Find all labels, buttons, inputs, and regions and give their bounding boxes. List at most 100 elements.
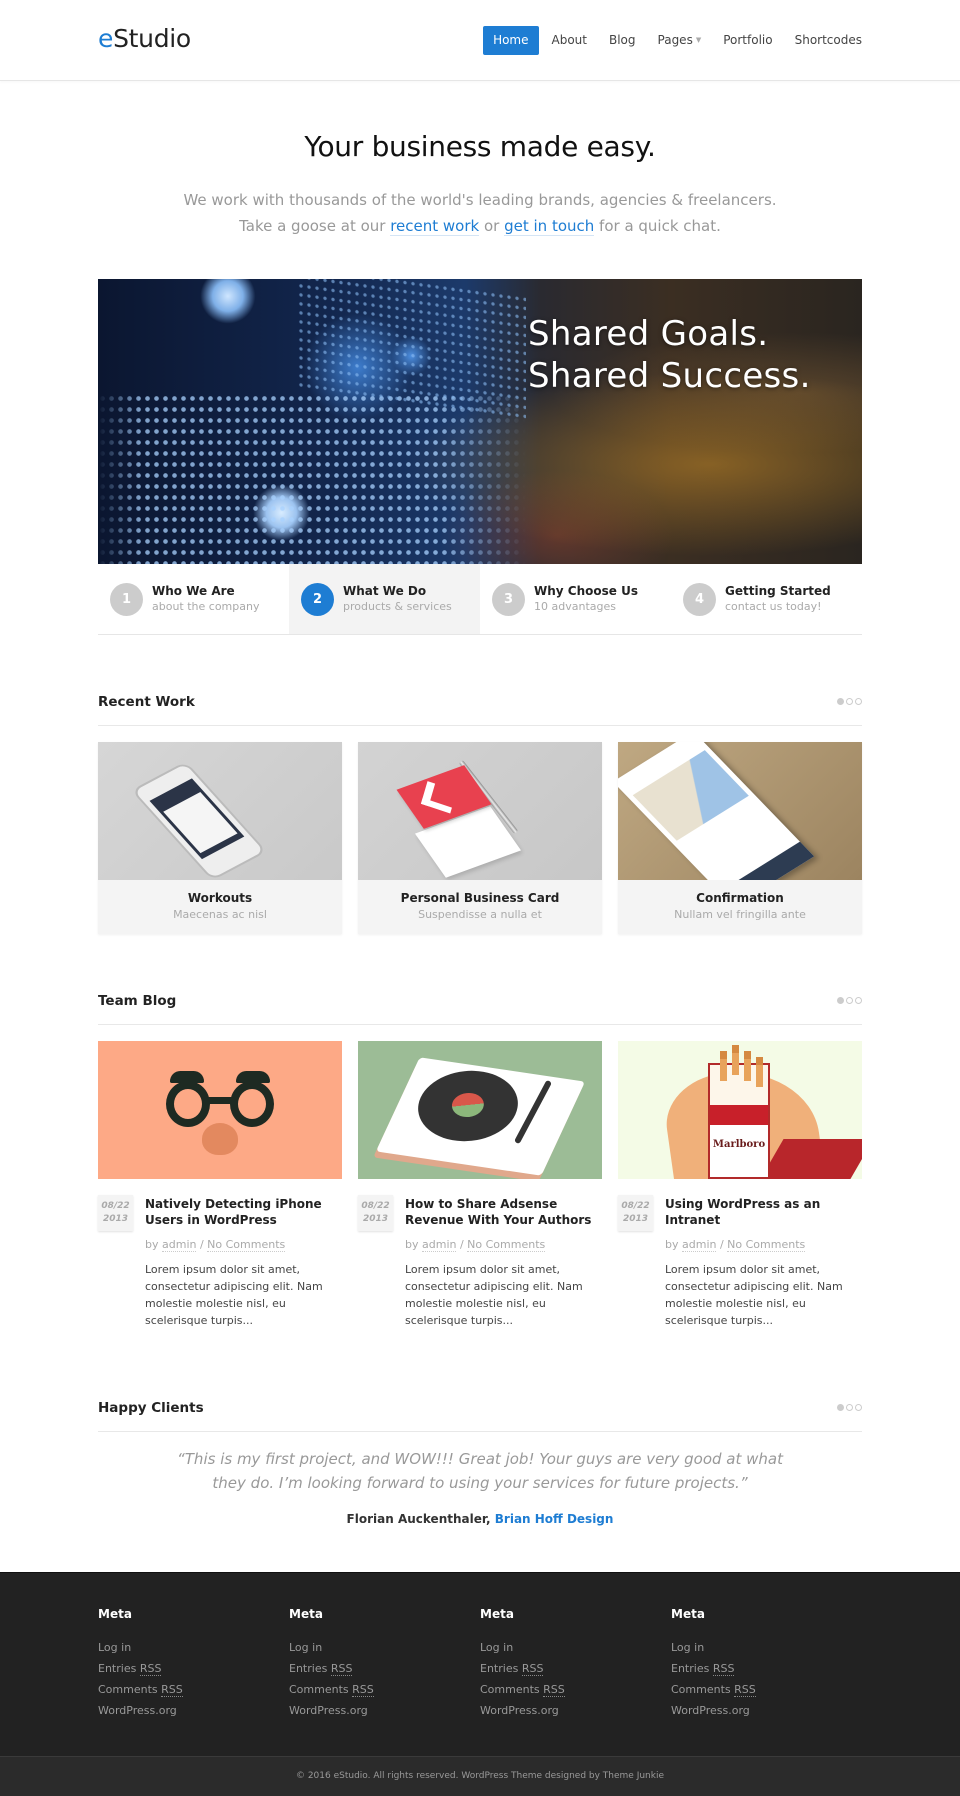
get-in-touch-link[interactable]: get in touch: [504, 217, 595, 236]
post-author-link[interactable]: admin: [682, 1238, 717, 1252]
post-meta: by admin / No Comments: [665, 1238, 862, 1252]
nav-blog[interactable]: Blog: [598, 26, 647, 55]
pager-dot[interactable]: [855, 997, 862, 1004]
footer-widget-title: Meta: [98, 1607, 132, 1621]
footer-link-login[interactable]: Log in: [480, 1641, 513, 1654]
footer-widget-meta: Meta Log in Entries RSS Comments RSS Wor…: [671, 1607, 862, 1721]
hero-slider[interactable]: Shared Goals. Shared Success.: [98, 279, 862, 564]
post-meta-by: by: [665, 1238, 682, 1251]
nav-home[interactable]: Home: [483, 26, 539, 55]
intro-text-segment: Take a goose at our: [239, 217, 391, 235]
phone-mockup-image: [130, 761, 268, 880]
tab-subtitle: 10 advantages: [534, 600, 616, 613]
blog-post: 08/22 2013 How to Share Adsense Revenue W…: [358, 1041, 602, 1329]
slider-tab-3[interactable]: 3 Why Choose Us 10 advantages: [480, 564, 671, 634]
rss-abbr: RSS: [712, 1662, 735, 1676]
section-title: Happy Clients: [98, 1400, 204, 1416]
rss-abbr: RSS: [521, 1662, 544, 1676]
footer-link-entries-rss[interactable]: Entries RSS: [289, 1662, 353, 1676]
site-footer: Meta Log in Entries RSS Comments RSS Wor…: [0, 1572, 960, 1756]
post-date-year: 2013: [102, 1214, 129, 1224]
post-date-year: 2013: [622, 1214, 649, 1224]
footer-link-comments-rss[interactable]: Comments RSS: [98, 1683, 183, 1697]
footer-link-label: Entries: [671, 1662, 710, 1675]
footer-link-entries-rss[interactable]: Entries RSS: [671, 1662, 735, 1676]
footer-link-login[interactable]: Log in: [289, 1641, 322, 1654]
pager-dot[interactable]: [855, 1404, 862, 1411]
portfolio-subtitle: Suspendisse a nulla et: [418, 908, 542, 921]
footer-link-entries-rss[interactable]: Entries RSS: [98, 1662, 162, 1676]
blog-post: 08/22 2013 Natively Detecting iPhone User…: [98, 1041, 342, 1329]
slide-caption: Shared Goals. Shared Success.: [528, 313, 811, 397]
portfolio-grid: Workouts Maecenas ac nisl Personal Busin…: [98, 742, 862, 934]
slider-tab-4[interactable]: 4 Getting Started contact us today!: [671, 564, 862, 634]
footer-link-wordpress[interactable]: WordPress.org: [289, 1704, 368, 1717]
tab-number-badge: 3: [492, 582, 525, 616]
glasses-image: [166, 1079, 274, 1129]
post-date-badge: 08/22 2013: [98, 1195, 133, 1231]
post-thumbnail[interactable]: [358, 1041, 602, 1179]
portfolio-item[interactable]: Confirmation Nullam vel fringilla ante: [618, 742, 862, 934]
footer-link-label: Entries: [289, 1662, 328, 1675]
pager-dot[interactable]: [846, 698, 853, 705]
pager-dot[interactable]: [837, 698, 844, 705]
footer-link-comments-rss[interactable]: Comments RSS: [289, 1683, 374, 1697]
footer-link-wordpress[interactable]: WordPress.org: [98, 1704, 177, 1717]
post-comments-link[interactable]: No Comments: [207, 1238, 286, 1252]
footer-link-label: Entries: [480, 1662, 519, 1675]
team-blog-header: Team Blog: [98, 991, 862, 1025]
slide-caption-line-1: Shared Goals.: [528, 314, 769, 354]
portfolio-item[interactable]: Personal Business Card Suspendisse a nul…: [358, 742, 602, 934]
post-author-link[interactable]: admin: [422, 1238, 457, 1252]
footer-widget-title: Meta: [480, 1607, 514, 1621]
post-meta-sep: /: [196, 1238, 208, 1251]
post-thumbnail[interactable]: [98, 1041, 342, 1179]
slider-tab-2[interactable]: 2 What We Do products & services: [289, 564, 480, 634]
tab-subtitle: products & services: [343, 600, 452, 613]
footer-link-comments-rss[interactable]: Comments RSS: [480, 1683, 565, 1697]
carousel-pager: [837, 698, 862, 705]
blog-post: Marlboro 08/22 2013 Using WordPress as an…: [618, 1041, 862, 1329]
post-author-link[interactable]: admin: [162, 1238, 197, 1252]
post-date-md: 08/22: [101, 1201, 130, 1211]
post-comments-link[interactable]: No Comments: [467, 1238, 546, 1252]
post-title[interactable]: How to Share Adsense Revenue With Your A…: [405, 1195, 602, 1228]
tab-title: Who We Are: [152, 584, 235, 598]
post-title[interactable]: Natively Detecting iPhone Users in WordP…: [145, 1195, 342, 1228]
post-comments-link[interactable]: No Comments: [727, 1238, 806, 1252]
slider-tab-1[interactable]: 1 Who We Are about the company: [98, 564, 289, 634]
pager-dot[interactable]: [837, 1404, 844, 1411]
footer-link-label: Comments: [98, 1683, 158, 1696]
post-meta-by: by: [405, 1238, 422, 1251]
portfolio-item[interactable]: Workouts Maecenas ac nisl: [98, 742, 342, 934]
footer-link-wordpress[interactable]: WordPress.org: [671, 1704, 750, 1717]
copyright-bar: © 2016 eStudio. All rights reserved. Wor…: [0, 1756, 960, 1796]
post-title[interactable]: Using WordPress as an Intranet: [665, 1195, 862, 1228]
footer-link-label: Entries: [98, 1662, 137, 1675]
cigarette-pack-image: Marlboro: [708, 1045, 770, 1179]
post-date-md: 08/22: [361, 1201, 390, 1211]
post-date-badge: 08/22 2013: [358, 1195, 393, 1231]
footer-link-entries-rss[interactable]: Entries RSS: [480, 1662, 544, 1676]
nav-portfolio[interactable]: Portfolio: [712, 26, 783, 55]
tab-number-badge: 2: [301, 582, 334, 616]
pager-dot[interactable]: [846, 997, 853, 1004]
footer-widget-title: Meta: [289, 1607, 323, 1621]
footer-link-wordpress[interactable]: WordPress.org: [480, 1704, 559, 1717]
pager-dot[interactable]: [846, 1404, 853, 1411]
site-logo[interactable]: eStudio: [98, 24, 191, 53]
nav-shortcodes[interactable]: Shortcodes: [784, 26, 862, 55]
pager-dot[interactable]: [855, 698, 862, 705]
testimonial-company-link[interactable]: Brian Hoff Design: [495, 1512, 614, 1526]
nav-pages[interactable]: Pages ▼: [647, 26, 713, 55]
footer-link-login[interactable]: Log in: [98, 1641, 131, 1654]
nav-about[interactable]: About: [541, 26, 598, 55]
pager-dot[interactable]: [837, 997, 844, 1004]
intro-title: Your business made easy.: [304, 130, 656, 163]
recent-work-link[interactable]: recent work: [390, 217, 480, 236]
footer-link-login[interactable]: Log in: [671, 1641, 704, 1654]
footer-link-comments-rss[interactable]: Comments RSS: [671, 1683, 756, 1697]
tab-number-badge: 1: [110, 582, 143, 616]
carousel-pager: [837, 1404, 862, 1411]
post-thumbnail[interactable]: Marlboro: [618, 1041, 862, 1179]
